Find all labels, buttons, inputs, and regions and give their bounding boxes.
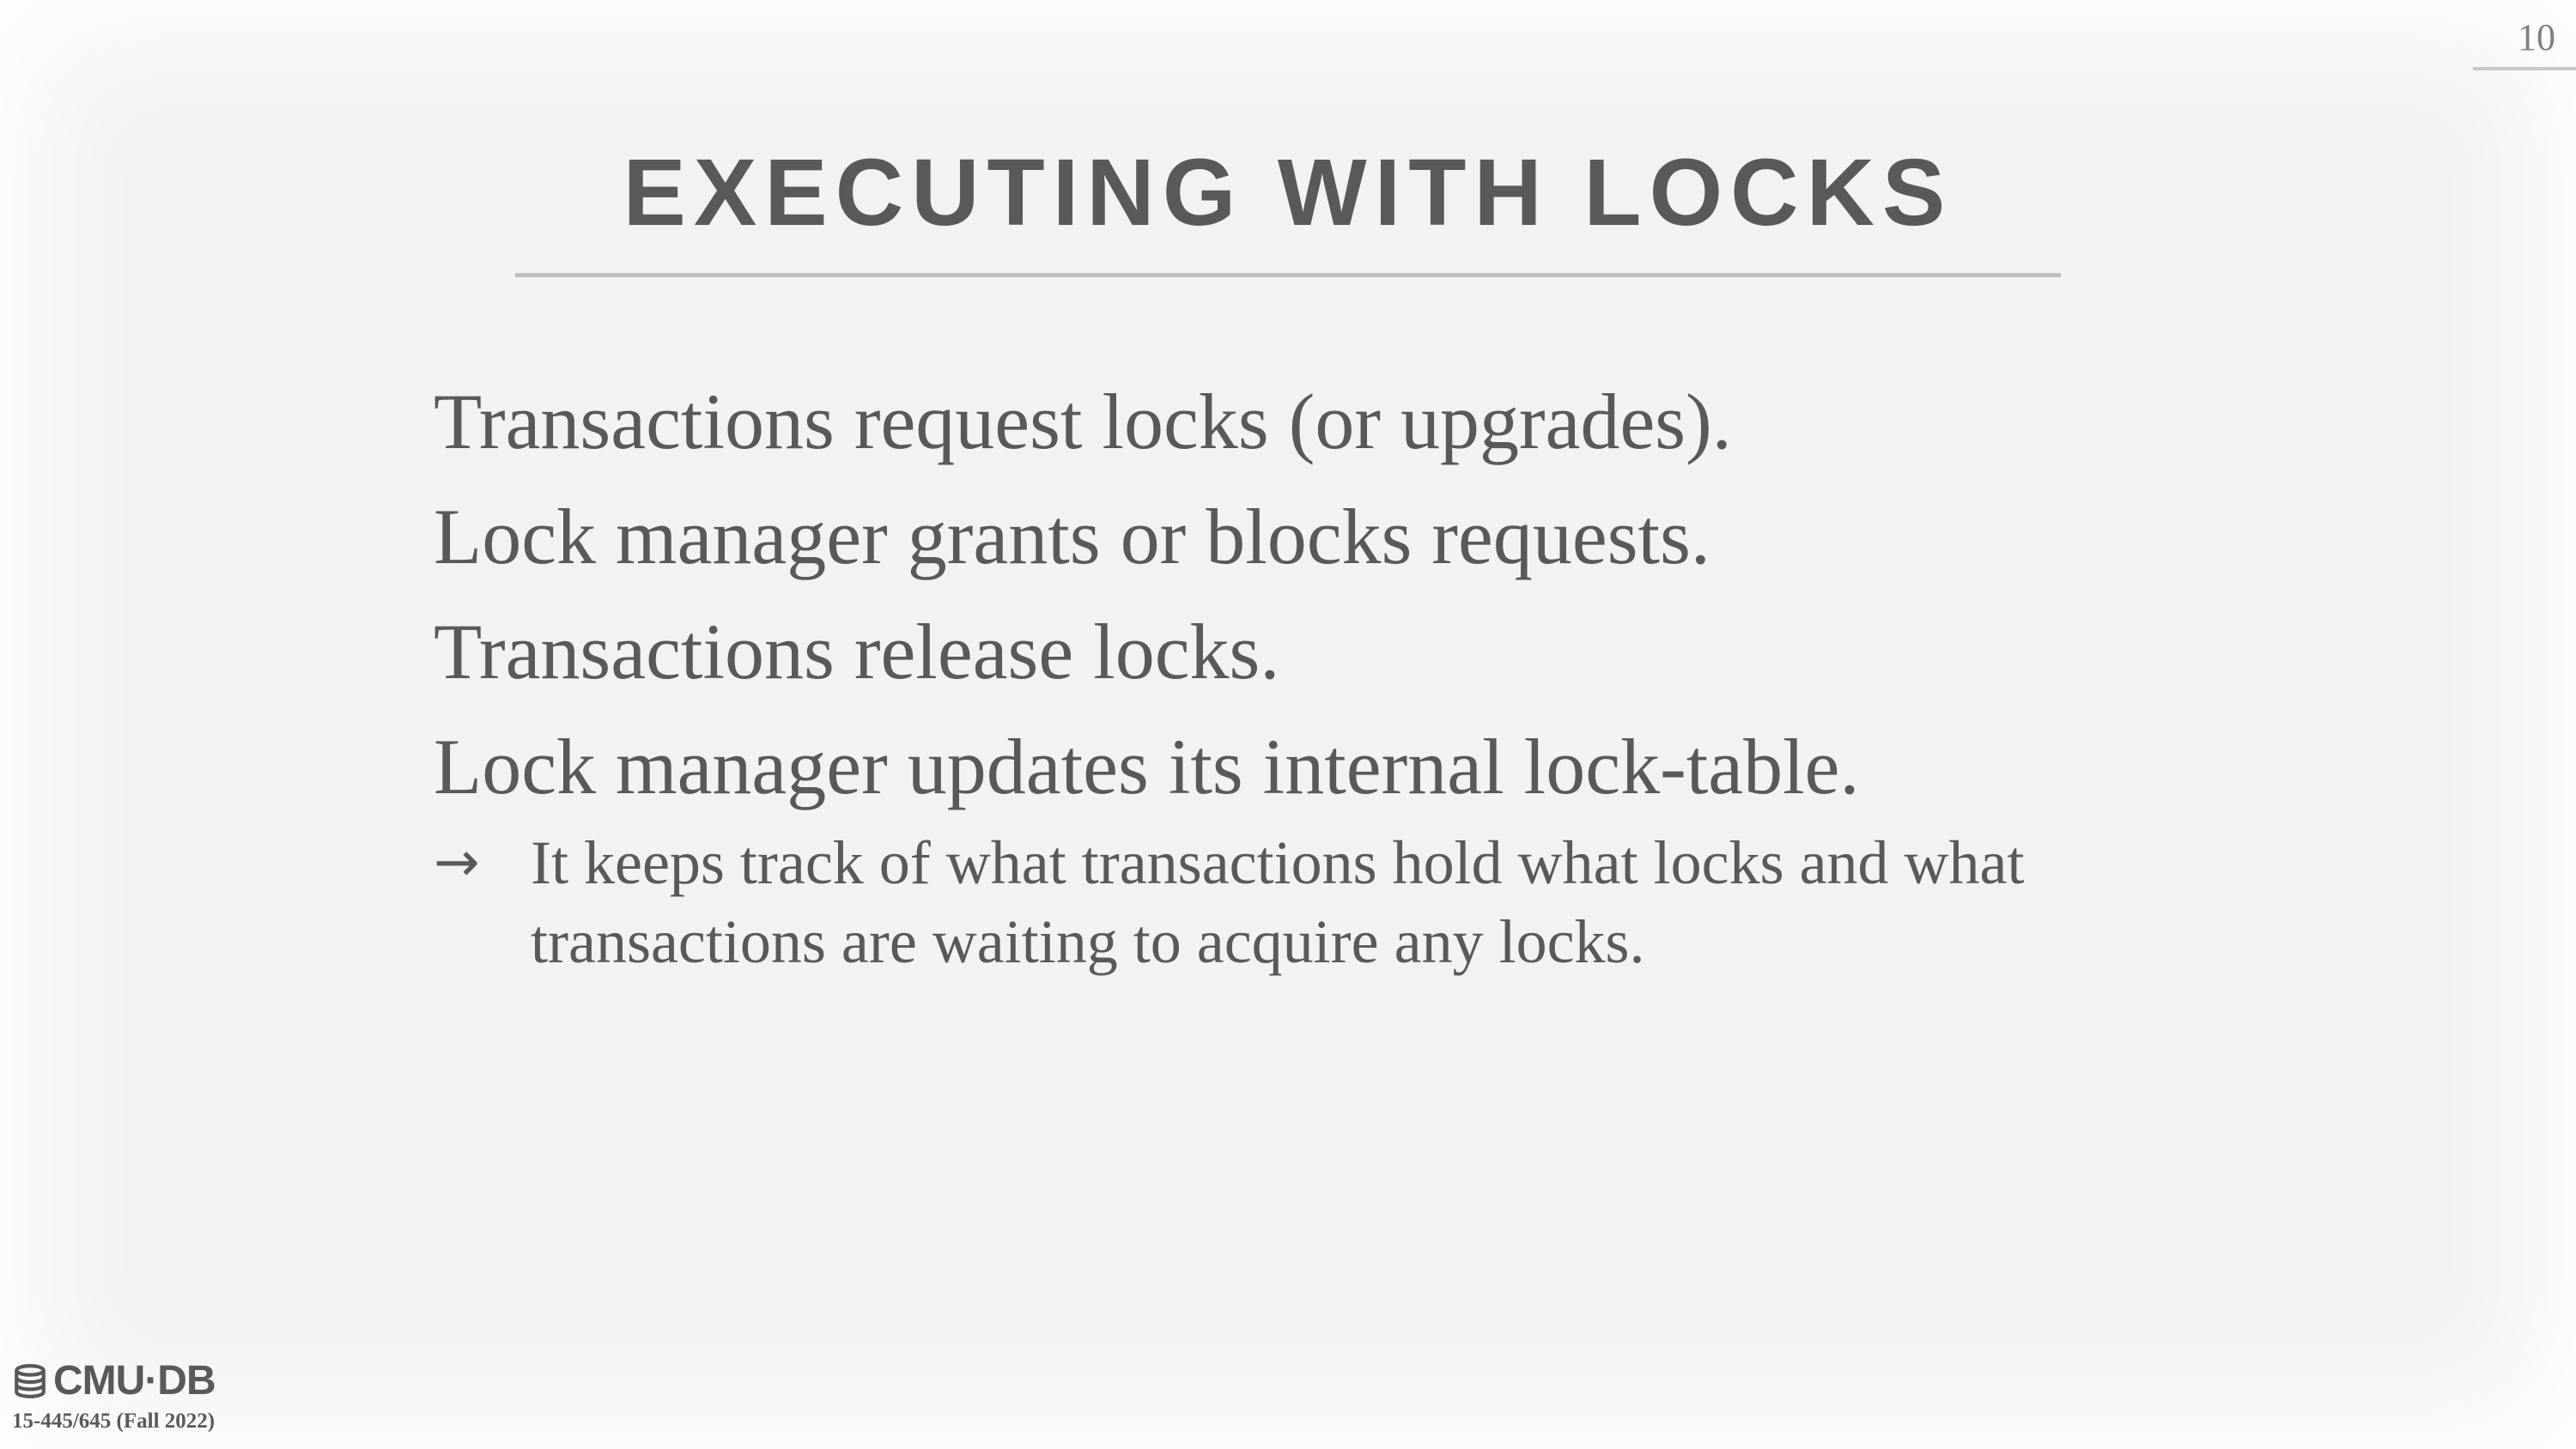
bullet-item: Transactions request locks (or upgrades)… — [434, 378, 1732, 465]
page-number-divider — [2473, 67, 2576, 70]
logo-text: CMU·DB — [53, 1358, 216, 1404]
page-number: 10 — [2518, 16, 2555, 58]
bullet-item: Transactions release locks. — [434, 608, 1280, 695]
cmu-db-logo: CMU·DB — [12, 1357, 216, 1404]
footer: CMU·DB 15-445/645 (Fall 2022) — [12, 1357, 216, 1434]
arrow-right-icon: → — [434, 831, 480, 894]
database-stack-icon — [15, 1363, 46, 1398]
sub-bullet-text: It keeps track of what transactions hold… — [531, 828, 2025, 976]
slide-title: EXECUTING WITH LOCKS — [623, 140, 1953, 246]
course-label: 15-445/645 (Fall 2022) — [12, 1410, 216, 1433]
bullet-item: Lock manager updates its internal lock-t… — [434, 723, 1860, 810]
title-divider — [515, 273, 2061, 277]
bullet-list: Transactions request locks (or upgrades)… — [434, 382, 2151, 981]
bullet-item: Lock manager grants or blocks requests. — [434, 493, 1710, 580]
sub-bullet-item: → It keeps track of what transactions ho… — [434, 823, 2151, 981]
